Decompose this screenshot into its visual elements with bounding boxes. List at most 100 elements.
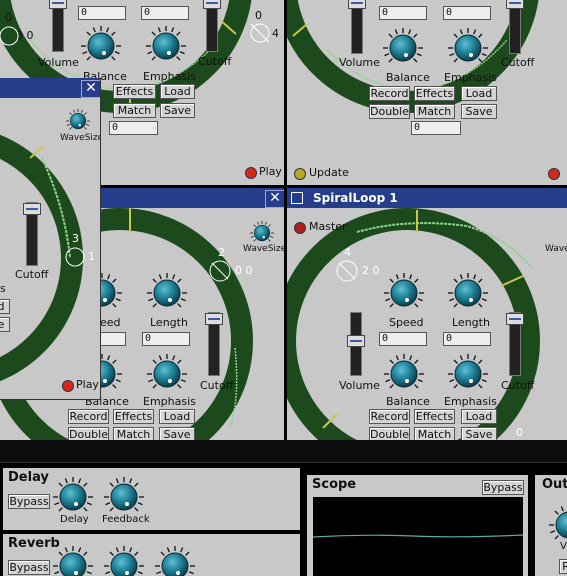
floating-label-s: s bbox=[0, 282, 6, 295]
scope-display bbox=[313, 497, 523, 576]
floating-button-d[interactable]: d bbox=[0, 299, 10, 314]
emphasis-knob[interactable] bbox=[446, 26, 490, 70]
master-led[interactable] bbox=[294, 222, 306, 234]
effects-button[interactable]: Effects bbox=[414, 86, 455, 101]
save-button[interactable]: Save bbox=[159, 427, 195, 440]
loop-readout-a: 4 bbox=[344, 246, 351, 259]
reverb-bypass-button[interactable]: Bypass bbox=[8, 560, 50, 575]
loop-marker-icon[interactable] bbox=[208, 259, 232, 283]
speed-field[interactable]: 0 bbox=[379, 332, 427, 346]
length-field[interactable]: 0 bbox=[443, 332, 491, 346]
output-module: Outp V R bbox=[535, 475, 567, 576]
save-button[interactable]: Save bbox=[461, 427, 497, 440]
load-button[interactable]: Load bbox=[159, 409, 195, 424]
effects-rack: Delay Bypass Delay Feedback Reverb Bypas… bbox=[0, 440, 567, 576]
wave-label: Wave bbox=[545, 244, 567, 254]
cutoff-label: Cutoff bbox=[200, 379, 234, 392]
speed-field[interactable]: 0 bbox=[78, 6, 126, 20]
effects-button[interactable]: Effects bbox=[113, 84, 156, 99]
cutoff-slider[interactable] bbox=[506, 0, 524, 54]
save-button[interactable]: Save bbox=[461, 104, 497, 119]
double-button[interactable]: Double bbox=[68, 427, 109, 440]
wavesize-label: WaveSize bbox=[243, 244, 284, 254]
loop-marker-icon[interactable] bbox=[0, 25, 20, 47]
loop-readout-a: 3 bbox=[72, 232, 79, 245]
feedback-knob-label: Feedback bbox=[102, 514, 150, 525]
loop-field[interactable]: 0 bbox=[411, 121, 461, 135]
loop-readout-b: 1 bbox=[88, 250, 95, 263]
balance-knob[interactable] bbox=[79, 24, 123, 68]
volume-slider[interactable] bbox=[348, 0, 366, 54]
length-field[interactable]: 0 bbox=[142, 332, 190, 346]
balance-knob[interactable] bbox=[382, 352, 426, 396]
scope-bypass-button[interactable]: Bypass bbox=[482, 480, 524, 495]
cutoff-slider[interactable] bbox=[506, 312, 524, 376]
delay-knob[interactable] bbox=[51, 475, 95, 519]
delay-module: Delay Bypass Delay Feedback bbox=[3, 468, 300, 530]
effects-button[interactable]: Effects bbox=[414, 409, 455, 424]
floating-button-e[interactable]: e bbox=[0, 317, 10, 332]
balance-label: Balance bbox=[386, 71, 430, 84]
effects-button[interactable]: Effects bbox=[113, 409, 154, 424]
load-button[interactable]: Load bbox=[461, 409, 497, 424]
close-icon[interactable]: ✕ bbox=[81, 80, 100, 98]
delay-knob-label: Delay bbox=[60, 514, 89, 525]
speed-field[interactable]: 0 bbox=[379, 6, 427, 20]
play-led[interactable] bbox=[62, 380, 74, 392]
master-label: Master bbox=[309, 220, 347, 233]
emphasis-knob[interactable] bbox=[145, 352, 189, 396]
match-button[interactable]: Match bbox=[414, 104, 455, 119]
emphasis-knob[interactable] bbox=[144, 24, 188, 68]
reverb-knob[interactable] bbox=[102, 544, 146, 576]
cutoff-slider[interactable] bbox=[203, 0, 221, 52]
volume-label: Volume bbox=[339, 56, 380, 69]
speed-label: Speed bbox=[389, 316, 424, 329]
loop-module-top-right: 0 0 Volume Balance Emphasis Cutoff Recor… bbox=[287, 0, 567, 185]
play-led[interactable] bbox=[548, 168, 560, 180]
output-button-r[interactable]: R bbox=[559, 559, 567, 574]
loop-readout-b: 0 0 bbox=[235, 264, 253, 277]
output-knob[interactable] bbox=[549, 505, 567, 545]
match-button[interactable]: Match bbox=[113, 427, 154, 440]
wavesize-knob[interactable] bbox=[63, 106, 93, 136]
length-label: Length bbox=[150, 316, 188, 329]
length-knob[interactable] bbox=[446, 271, 490, 315]
loop-marker-icon[interactable] bbox=[335, 259, 359, 283]
record-button[interactable]: Record bbox=[68, 409, 109, 424]
volume-slider[interactable] bbox=[49, 0, 67, 52]
emphasis-knob[interactable] bbox=[446, 352, 490, 396]
double-button[interactable]: Double bbox=[369, 427, 410, 440]
reverb-knob[interactable] bbox=[51, 544, 95, 576]
cutoff-slider[interactable] bbox=[23, 202, 41, 266]
reverb-knob[interactable] bbox=[153, 544, 197, 576]
volume-slider[interactable] bbox=[347, 312, 365, 376]
loop-readout-b: 2 0 bbox=[362, 264, 380, 277]
rack-top-bar bbox=[0, 440, 567, 463]
loop-marker-icon[interactable] bbox=[64, 246, 86, 268]
load-button[interactable]: Load bbox=[461, 86, 497, 101]
feedback-knob[interactable] bbox=[102, 475, 146, 519]
match-button[interactable]: Match bbox=[414, 427, 455, 440]
update-led[interactable] bbox=[294, 168, 306, 180]
length-field[interactable]: 0 bbox=[141, 6, 189, 20]
emphasis-label: Emphasis bbox=[444, 395, 497, 408]
load-button[interactable]: Load bbox=[160, 84, 195, 99]
output-title: Outp bbox=[542, 477, 567, 492]
loop-module-middle-right: SpiralLoop 1 Master Wave 4 2 0 Speed Len… bbox=[287, 188, 567, 440]
play-led[interactable] bbox=[245, 167, 257, 179]
balance-knob[interactable] bbox=[381, 26, 425, 70]
loop-field[interactable]: 0 bbox=[109, 121, 158, 135]
length-field[interactable]: 0 bbox=[443, 6, 491, 20]
loop-marker-icon[interactable] bbox=[249, 22, 271, 44]
match-button[interactable]: Match bbox=[113, 103, 156, 118]
speed-knob[interactable] bbox=[382, 271, 426, 315]
delay-bypass-button[interactable]: Bypass bbox=[8, 494, 50, 509]
loop-readout-d: 4 bbox=[272, 27, 279, 40]
record-button[interactable]: Record bbox=[369, 86, 410, 101]
floating-loop-window[interactable]: ✕ WaveSize 3 1 Cutoff d e s Play bbox=[0, 78, 101, 400]
length-knob[interactable] bbox=[145, 271, 189, 315]
record-button[interactable]: Record bbox=[369, 409, 410, 424]
cutoff-slider[interactable] bbox=[205, 312, 223, 376]
save-button[interactable]: Save bbox=[160, 103, 195, 118]
double-button[interactable]: Double bbox=[369, 104, 410, 119]
